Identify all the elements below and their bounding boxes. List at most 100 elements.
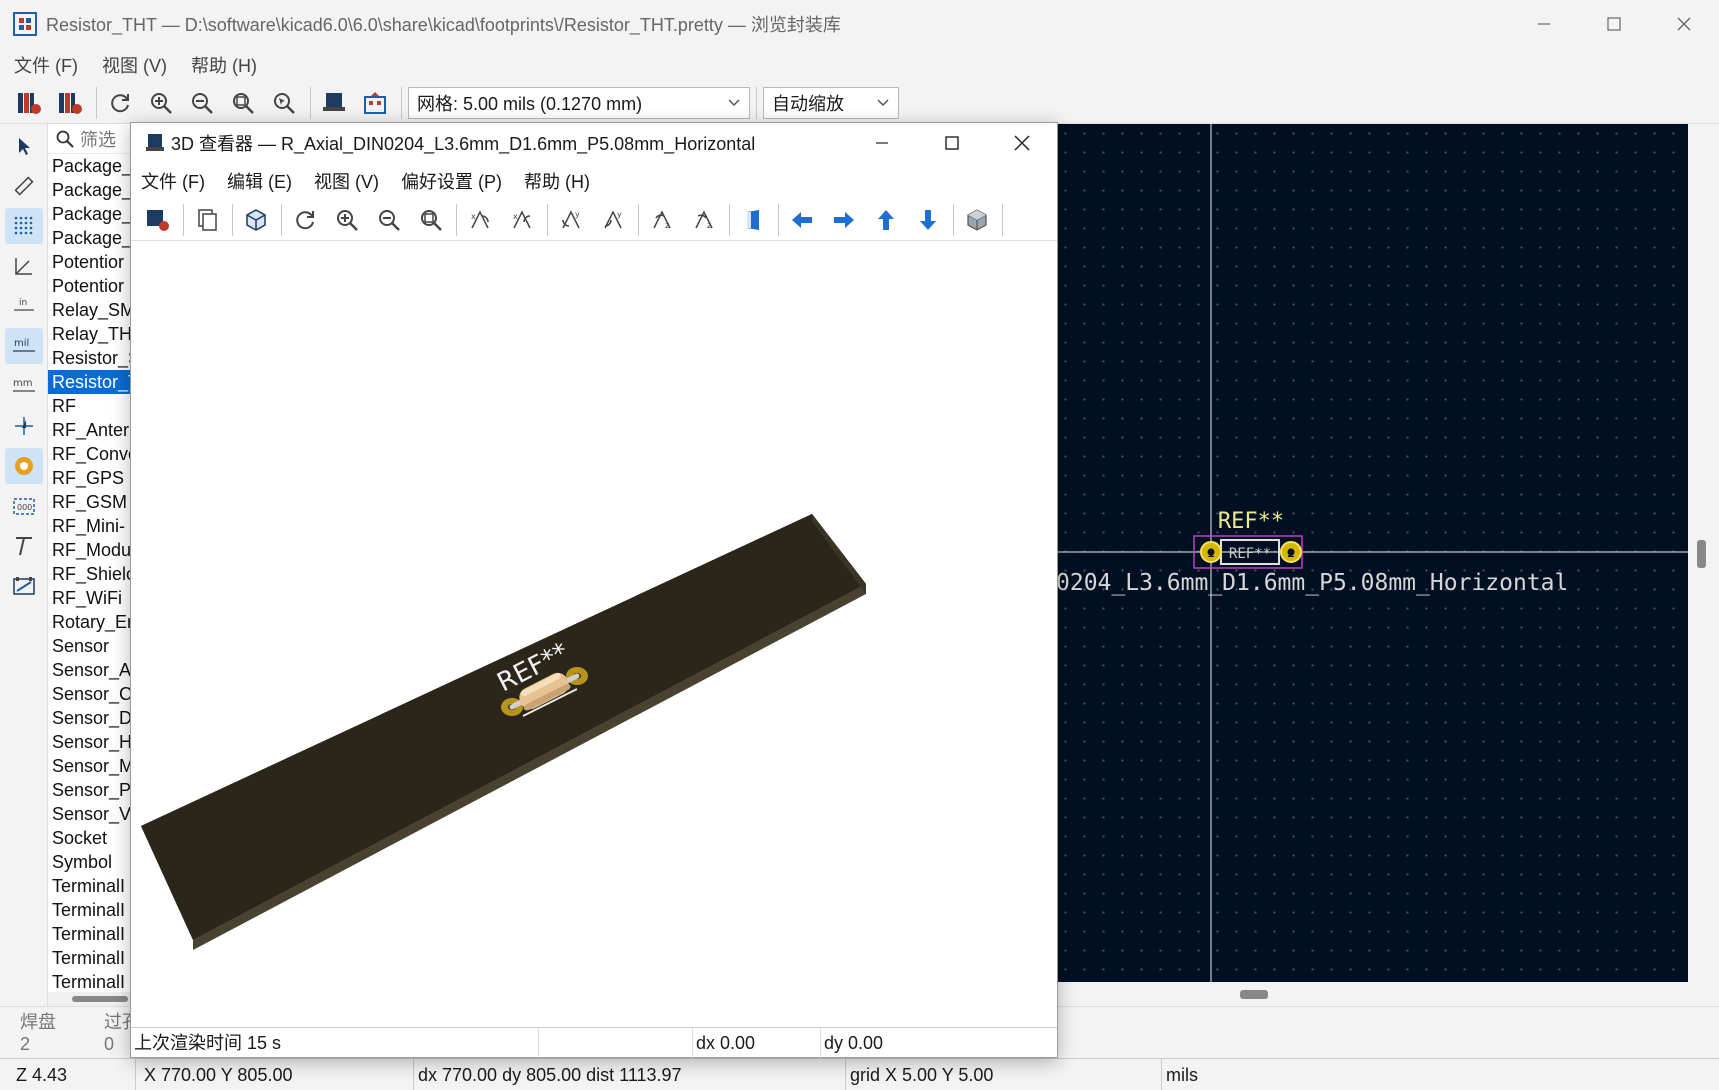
zoom-selection-button[interactable]: [267, 86, 301, 120]
units-mil-button[interactable]: mil: [5, 328, 43, 364]
library-list-item[interactable]: Rotary_Er: [48, 610, 131, 634]
full-crosshair-button[interactable]: [5, 408, 43, 444]
move-left-button[interactable]: [785, 203, 819, 237]
scrollbar-thumb[interactable]: [1697, 540, 1706, 568]
units-inch-button[interactable]: in: [5, 288, 43, 324]
raytracing-button[interactable]: [239, 203, 273, 237]
library-list-item[interactable]: Socket: [48, 826, 131, 850]
library-list-item[interactable]: Relay_TH: [48, 322, 131, 346]
insert-footprint-button[interactable]: [358, 86, 392, 120]
scrollbar-thumb[interactable]: [72, 996, 128, 1002]
library-list-item[interactable]: Sensor_H: [48, 730, 131, 754]
footprint-canvas[interactable]: 1 2 REF** REF** 0204_L3.6mm_D1.6mm_P5.08…: [1056, 124, 1688, 982]
library-filter-input[interactable]: 筛选: [48, 124, 131, 154]
rotate-z-ccw-button[interactable]: z: [687, 203, 721, 237]
menu-help[interactable]: 帮助 (H): [191, 52, 257, 78]
library-list-item[interactable]: RF_Modu: [48, 538, 131, 562]
zoom-out-button[interactable]: [185, 86, 219, 120]
zoom-in-button[interactable]: [144, 86, 178, 120]
menu-view[interactable]: 视图 (V): [102, 52, 167, 78]
viewer-zoom-fit-button[interactable]: [414, 203, 448, 237]
library-list-item[interactable]: RF_GSM: [48, 490, 131, 514]
rotate-x-cw-button[interactable]: x: [463, 203, 497, 237]
library-list-item[interactable]: Potentior: [48, 274, 131, 298]
library-list-item[interactable]: RF_WiFi: [48, 586, 131, 610]
copy-to-clipboard-button[interactable]: [190, 203, 224, 237]
library-list-item[interactable]: TerminalI: [48, 898, 131, 922]
library-list-item[interactable]: Resistor_T: [48, 370, 131, 394]
library-list-item[interactable]: TerminalI: [48, 922, 131, 946]
rotate-y-cw-button[interactable]: y: [554, 203, 588, 237]
library-list-item[interactable]: RF_Shielc: [48, 562, 131, 586]
footprint-board-button[interactable]: [5, 568, 43, 604]
move-down-button[interactable]: [911, 203, 945, 237]
viewer-menu-file[interactable]: 文件 (F): [141, 168, 205, 194]
minimize-button[interactable]: [1509, 0, 1579, 48]
library-list-item[interactable]: RF_Conve: [48, 442, 131, 466]
library-list-hscrollbar[interactable]: [48, 992, 131, 1006]
prev-footprint-button[interactable]: [12, 86, 46, 120]
library-list-item[interactable]: TerminalI: [48, 874, 131, 898]
scrollbar-thumb[interactable]: [1240, 990, 1268, 999]
library-list-item[interactable]: RF_Mini-: [48, 514, 131, 538]
viewer-zoom-in-button[interactable]: [330, 203, 364, 237]
ortho-perspective-button[interactable]: [960, 203, 994, 237]
rotate-z-cw-button[interactable]: z: [645, 203, 679, 237]
measure-tool-button[interactable]: [5, 168, 43, 204]
viewer-menu-view[interactable]: 视图 (V): [314, 168, 379, 194]
rotate-y-ccw-button[interactable]: y: [596, 203, 630, 237]
library-list-item[interactable]: Resistor_S: [48, 346, 131, 370]
library-list-item[interactable]: Package_: [48, 226, 131, 250]
units-mm-button[interactable]: mm: [5, 368, 43, 404]
maximize-button[interactable]: [1579, 0, 1649, 48]
rotate-x-ccw-button[interactable]: x: [505, 203, 539, 237]
library-list-item[interactable]: Sensor_Pr: [48, 778, 131, 802]
library-list-item[interactable]: Sensor_A: [48, 658, 131, 682]
zoom-fit-button[interactable]: [226, 86, 260, 120]
flip-board-button[interactable]: [736, 203, 770, 237]
library-list-item[interactable]: Sensor_M: [48, 754, 131, 778]
graphic-sketch-button[interactable]: 000: [5, 488, 43, 524]
library-list-item[interactable]: Sensor_D: [48, 706, 131, 730]
library-list-item[interactable]: RF_GPS: [48, 466, 131, 490]
pad-sketch-button[interactable]: [5, 448, 43, 484]
viewer-minimize-button[interactable]: [847, 123, 917, 163]
library-list-item[interactable]: Relay_SM: [48, 298, 131, 322]
library-list-item[interactable]: Sensor: [48, 634, 131, 658]
export-image-button[interactable]: [141, 203, 175, 237]
refresh-button[interactable]: [103, 86, 137, 120]
polar-coords-button[interactable]: [5, 248, 43, 284]
library-list-item[interactable]: TerminalI: [48, 946, 131, 970]
grid-toggle-button[interactable]: [5, 208, 43, 244]
viewer-refresh-button[interactable]: [288, 203, 322, 237]
library-list-item[interactable]: RF: [48, 394, 131, 418]
viewer-menu-preferences[interactable]: 偏好设置 (P): [401, 168, 502, 194]
library-list-item[interactable]: TerminalI: [48, 970, 131, 994]
viewer-menu-help[interactable]: 帮助 (H): [524, 168, 590, 194]
viewer-menu-edit[interactable]: 编辑 (E): [227, 168, 292, 194]
library-list-item[interactable]: Potentior: [48, 250, 131, 274]
3d-viewer-button[interactable]: [317, 86, 351, 120]
select-tool-button[interactable]: [5, 128, 43, 164]
library-list-item[interactable]: Sensor_C: [48, 682, 131, 706]
library-list-item[interactable]: Package_: [48, 178, 131, 202]
3d-render-canvas[interactable]: REF**: [131, 242, 1057, 1027]
canvas-vscrollbar[interactable]: [1688, 124, 1719, 1006]
move-right-button[interactable]: [827, 203, 861, 237]
next-footprint-button[interactable]: [53, 86, 87, 120]
library-list-item[interactable]: Package_: [48, 202, 131, 226]
viewer-zoom-out-button[interactable]: [372, 203, 406, 237]
grid-select[interactable]: 网格: 5.00 mils (0.1270 mm): [408, 86, 750, 119]
text-sketch-button[interactable]: [5, 528, 43, 564]
menu-file[interactable]: 文件 (F): [14, 52, 78, 78]
close-button[interactable]: [1649, 0, 1719, 48]
library-list-item[interactable]: Sensor_V: [48, 802, 131, 826]
library-list-item[interactable]: RF_Anter: [48, 418, 131, 442]
zoom-select[interactable]: 自动缩放: [763, 86, 899, 119]
library-list-item[interactable]: Symbol: [48, 850, 131, 874]
library-list-item[interactable]: Package_: [48, 154, 131, 178]
viewer-maximize-button[interactable]: [917, 123, 987, 163]
viewer-close-button[interactable]: [987, 123, 1057, 163]
move-up-button[interactable]: [869, 203, 903, 237]
canvas-hscrollbar[interactable]: [1056, 982, 1688, 1006]
